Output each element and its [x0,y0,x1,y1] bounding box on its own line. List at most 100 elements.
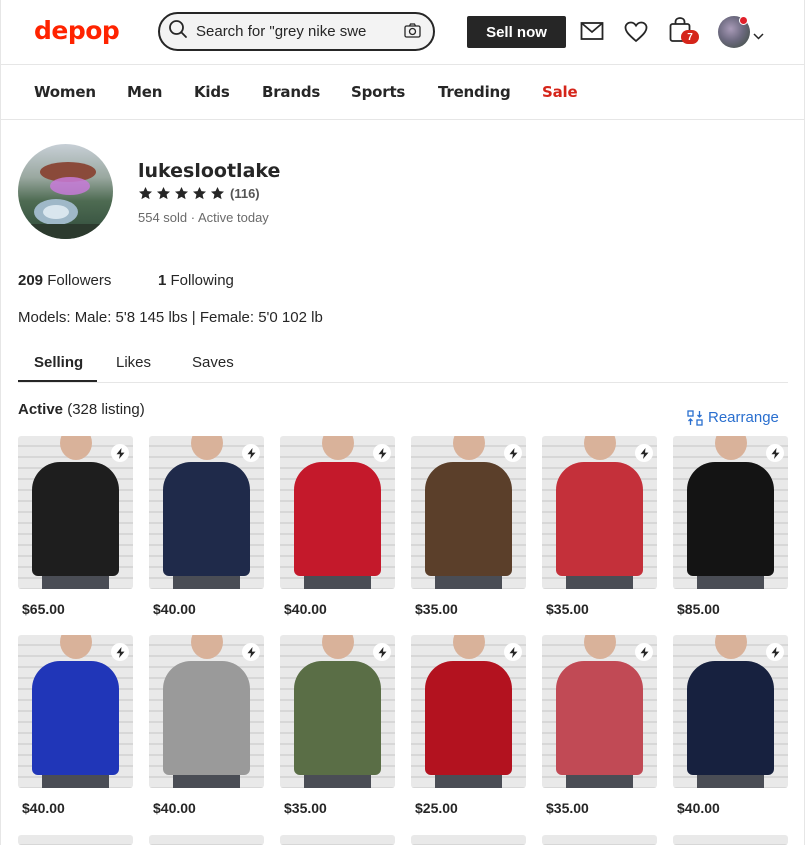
category-sale[interactable]: Sale [542,83,578,101]
followers-count: 209 [18,272,44,289]
followers-label: Followers [47,272,112,289]
product-price: $25.00 [415,800,458,816]
product-image[interactable] [411,835,526,845]
boost-bolt-icon [766,643,784,661]
heart-icon[interactable] [624,21,648,48]
product-card[interactable]: $35.00 [542,635,657,825]
product-image[interactable] [673,436,788,589]
notification-dot [739,16,748,25]
boost-bolt-icon [635,444,653,462]
category-men[interactable]: Men [127,83,162,101]
category-kids[interactable]: Kids [194,83,230,101]
product-card[interactable]: $85.00 [673,436,788,626]
boost-bolt-icon [111,444,129,462]
product-image[interactable] [280,436,395,589]
rating-stars[interactable]: (116) [138,186,260,201]
product-image[interactable] [18,635,133,788]
product-price: $85.00 [677,601,720,617]
product-image[interactable] [542,635,657,788]
boost-bolt-icon [242,444,260,462]
followers-link[interactable]: 209 Followers [18,272,111,289]
product-price: $65.00 [22,601,65,617]
product-image[interactable] [411,635,526,788]
profile-bio: Models: Male: 5'8 145 lbs | Female: 5'0 … [18,309,323,326]
product-price: $40.00 [284,601,327,617]
following-count: 1 [158,272,167,289]
category-women[interactable]: Women [34,83,96,101]
search-icon [168,19,188,44]
product-image[interactable] [542,436,657,589]
product-price: $35.00 [546,800,589,816]
category-brands[interactable]: Brands [262,83,320,101]
tab-saves[interactable]: Saves [192,354,234,371]
profile-username: lukeslootlake [138,160,281,182]
following-link[interactable]: 1 Following [158,272,234,289]
camera-search-icon[interactable] [404,23,421,43]
star-icon [157,186,170,200]
search-bar[interactable] [158,12,435,51]
product-price: $40.00 [153,800,196,816]
product-card[interactable]: $40.00 [18,635,133,825]
category-sports[interactable]: Sports [351,83,405,101]
mail-icon[interactable] [580,21,604,46]
star-icon [175,186,188,200]
rearrange-label: Rearrange [708,409,779,426]
chevron-down-icon[interactable] [753,27,764,45]
listing-count: (328 listing) [67,401,145,418]
product-image[interactable] [673,635,788,788]
rearrange-icon [687,409,703,426]
boost-bolt-icon [504,444,522,462]
sell-now-button[interactable]: Sell now [467,16,566,48]
rating-count: (116) [230,186,260,201]
search-input[interactable] [196,23,391,40]
boost-bolt-icon [504,643,522,661]
boost-bolt-icon [635,643,653,661]
depop-logo[interactable]: depop [34,16,120,45]
product-image[interactable] [149,436,264,589]
star-icon [193,186,206,200]
product-card[interactable]: $40.00 [673,635,788,825]
top-header: depop Sell now 7 [1,0,805,65]
product-image[interactable] [673,835,788,845]
sold-activity-text: 554 sold · Active today [138,210,269,225]
product-image[interactable] [18,436,133,589]
product-card[interactable]: $40.00 [149,436,264,626]
active-label: Active [18,401,64,418]
product-card[interactable]: $25.00 [411,635,526,825]
product-image[interactable] [149,635,264,788]
star-icon [139,186,152,200]
product-price: $40.00 [22,800,65,816]
product-card[interactable]: $40.00 [149,635,264,825]
profile-tabs: Selling Likes Saves [18,344,788,383]
category-trending[interactable]: Trending [438,83,511,101]
product-price: $40.00 [677,800,720,816]
boost-bolt-icon [766,444,784,462]
boost-bolt-icon [373,444,391,462]
product-price: $35.00 [546,601,589,617]
profile-avatar [18,144,113,239]
active-tab-indicator [18,380,97,382]
boost-bolt-icon [373,643,391,661]
tab-selling[interactable]: Selling [34,354,83,371]
product-image[interactable] [280,635,395,788]
rearrange-button[interactable]: Rearrange [687,409,779,426]
boost-bolt-icon [242,643,260,661]
boost-bolt-icon [111,643,129,661]
active-listing-count: Active (328 listing) [18,401,145,418]
product-image[interactable] [280,835,395,845]
product-price: $35.00 [284,800,327,816]
tab-likes[interactable]: Likes [116,354,151,371]
product-image[interactable] [411,436,526,589]
category-nav: Women Men Kids Brands Sports Trending Sa… [1,65,805,120]
product-card[interactable]: $40.00 [280,436,395,626]
product-card[interactable]: $35.00 [542,436,657,626]
product-image[interactable] [542,835,657,845]
product-card[interactable]: $35.00 [280,635,395,825]
star-icon [211,186,224,200]
product-price: $35.00 [415,601,458,617]
product-card[interactable]: $35.00 [411,436,526,626]
product-card[interactable]: $65.00 [18,436,133,626]
product-image[interactable] [149,835,264,845]
product-image[interactable] [18,835,133,845]
product-price: $40.00 [153,601,196,617]
